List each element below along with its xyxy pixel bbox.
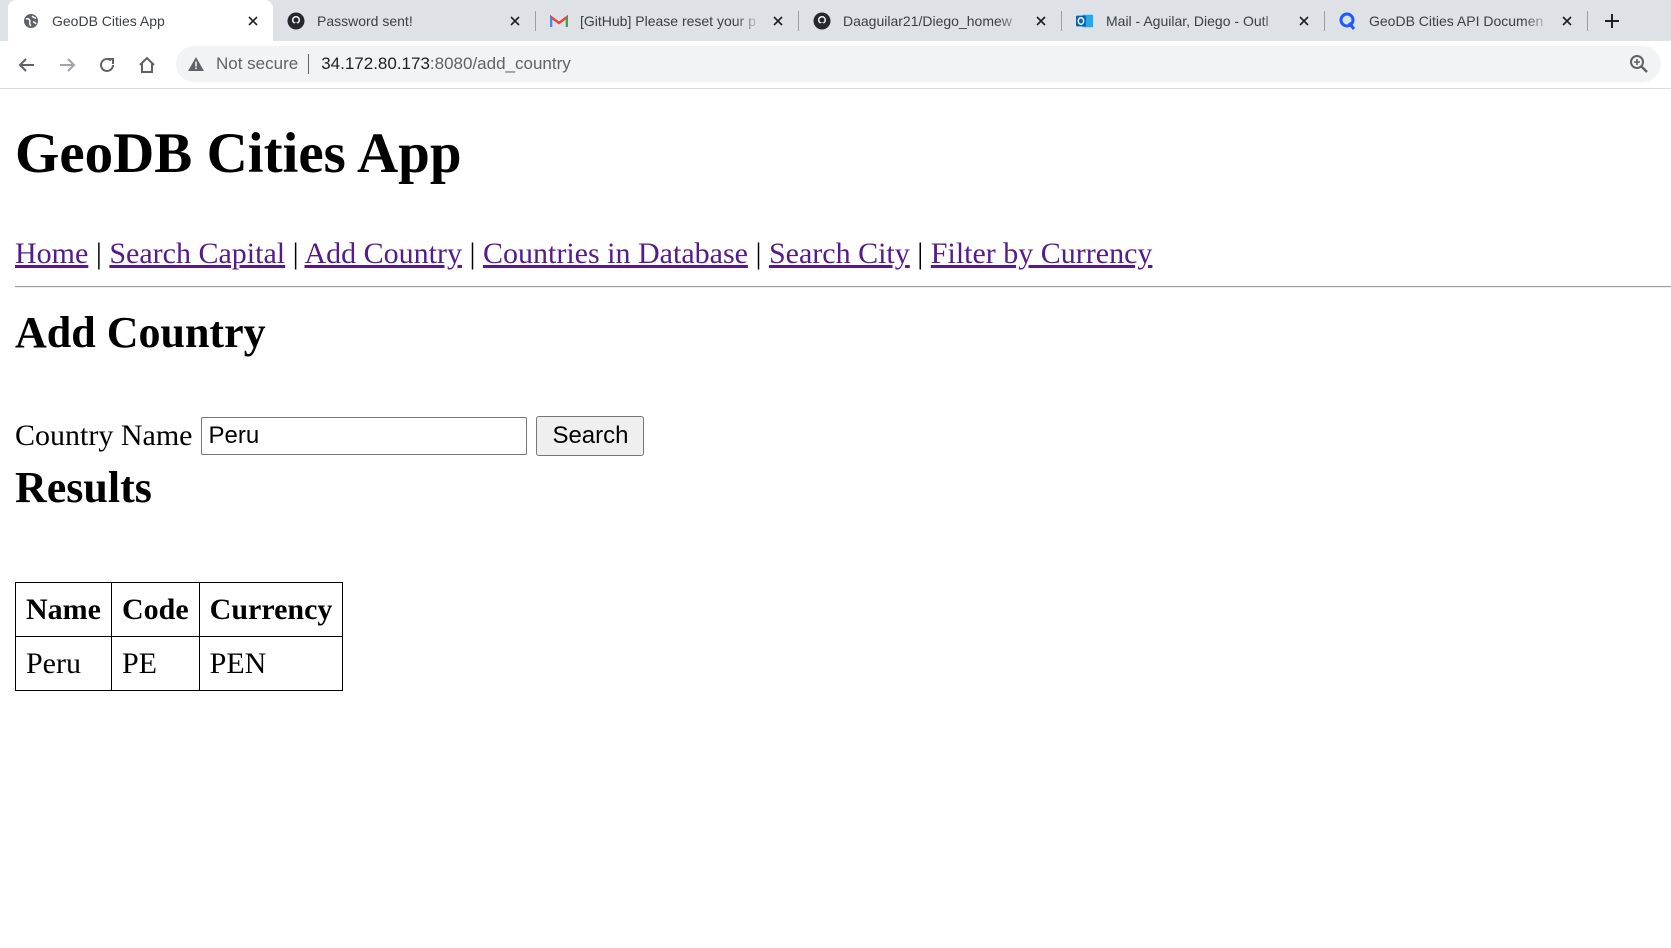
horizontal-rule [15, 286, 1671, 288]
arrow-right-icon [60, 58, 76, 72]
page-content: GeoDB Cities App Home | Search Capital |… [0, 89, 1671, 948]
url-path: :8080/add_country [429, 54, 571, 73]
warning-icon[interactable] [188, 55, 206, 73]
tab-title: [GitHub] Please reset your p [580, 12, 756, 29]
zoom-icon[interactable] [1629, 54, 1649, 74]
cell-currency: PEN [198, 636, 344, 691]
tab-geodb-docs[interactable]: GeoDB Cities API Documen [1325, 0, 1587, 41]
security-label[interactable]: Not secure [216, 54, 298, 74]
close-icon[interactable] [1294, 11, 1314, 31]
nav-links: Home | Search Capital | Add Country | Co… [15, 237, 1152, 271]
nav-separator: | [469, 237, 476, 270]
browser-toolbar: Not secure 34.172.80.173:8080/add_countr… [0, 41, 1671, 89]
tab-github-repo[interactable]: Daaguilar21/Diego_homew [799, 0, 1061, 41]
tab-title: Mail - Aguilar, Diego - Outl [1106, 12, 1269, 29]
url-host: 34.172.80.173 [321, 54, 430, 73]
address-bar[interactable]: Not secure 34.172.80.173:8080/add_countr… [176, 46, 1661, 82]
cell-name: Peru [15, 636, 112, 691]
back-button[interactable] [14, 52, 40, 78]
github-icon [287, 12, 305, 30]
rapidapi-icon [1339, 12, 1357, 30]
table-row: Peru PE PEN [15, 636, 344, 691]
search-button[interactable]: Search [536, 416, 645, 456]
tab-title: GeoDB Cities App [52, 12, 165, 29]
tab-password-sent[interactable]: Password sent! [273, 0, 535, 41]
tab-separator [1587, 11, 1588, 31]
globe-icon [22, 12, 40, 30]
address-divider [308, 54, 310, 74]
column-header-code: Code [110, 582, 200, 637]
tab-github-reset[interactable]: [GitHub] Please reset your p [536, 0, 798, 41]
page-title: GeoDB Cities App [15, 122, 462, 185]
add-country-form: Country Name Search [15, 416, 645, 456]
reload-button[interactable] [94, 52, 120, 78]
arrow-left-icon [18, 58, 34, 72]
country-name-input[interactable] [201, 417, 528, 455]
nav-separator: | [95, 237, 102, 270]
nav-link-home[interactable]: Home [15, 237, 88, 270]
close-icon[interactable] [243, 11, 263, 31]
tab-outlook-mail[interactable]: Mail - Aguilar, Diego - Outl [1062, 0, 1324, 41]
new-tab-button[interactable] [1600, 9, 1624, 33]
results-title: Results [15, 463, 152, 512]
nav-link-search-capital[interactable]: Search Capital [109, 237, 285, 270]
country-name-label: Country Name [15, 419, 193, 452]
github-icon [813, 12, 831, 30]
tab-strip: GeoDB Cities App Password sent! [GitHub]… [0, 0, 1671, 41]
cell-code: PE [110, 636, 200, 691]
nav-separator: | [755, 237, 762, 270]
close-icon[interactable] [768, 11, 788, 31]
home-button[interactable] [134, 52, 160, 78]
close-icon[interactable] [1031, 11, 1051, 31]
tab-title: GeoDB Cities API Documen [1369, 12, 1544, 29]
nav-separator: | [917, 237, 924, 270]
tab-title: Password sent! [317, 12, 413, 29]
plus-icon [1605, 14, 1619, 28]
section-title: Add Country [15, 308, 266, 357]
column-header-name: Name [15, 582, 112, 637]
nav-link-search-city[interactable]: Search City [769, 237, 910, 270]
gmail-icon [550, 12, 568, 30]
nav-link-filter-by-currency[interactable]: Filter by Currency [931, 237, 1153, 270]
nav-separator: | [292, 237, 299, 270]
table-header-row: Name Code Currency [15, 582, 344, 637]
column-header-currency: Currency [198, 582, 344, 637]
tab-geodb-app[interactable]: GeoDB Cities App [8, 0, 273, 41]
forward-button[interactable] [54, 52, 80, 78]
outlook-icon [1076, 12, 1094, 30]
close-icon[interactable] [505, 11, 525, 31]
nav-link-countries-in-database[interactable]: Countries in Database [483, 237, 748, 270]
reload-icon [100, 57, 114, 72]
tab-title: Daaguilar21/Diego_homew [843, 12, 1012, 29]
home-icon [139, 56, 155, 73]
results-table: Name Code Currency Peru PE PEN [15, 582, 344, 691]
close-icon[interactable] [1557, 11, 1577, 31]
nav-link-add-country[interactable]: Add Country [305, 237, 463, 270]
